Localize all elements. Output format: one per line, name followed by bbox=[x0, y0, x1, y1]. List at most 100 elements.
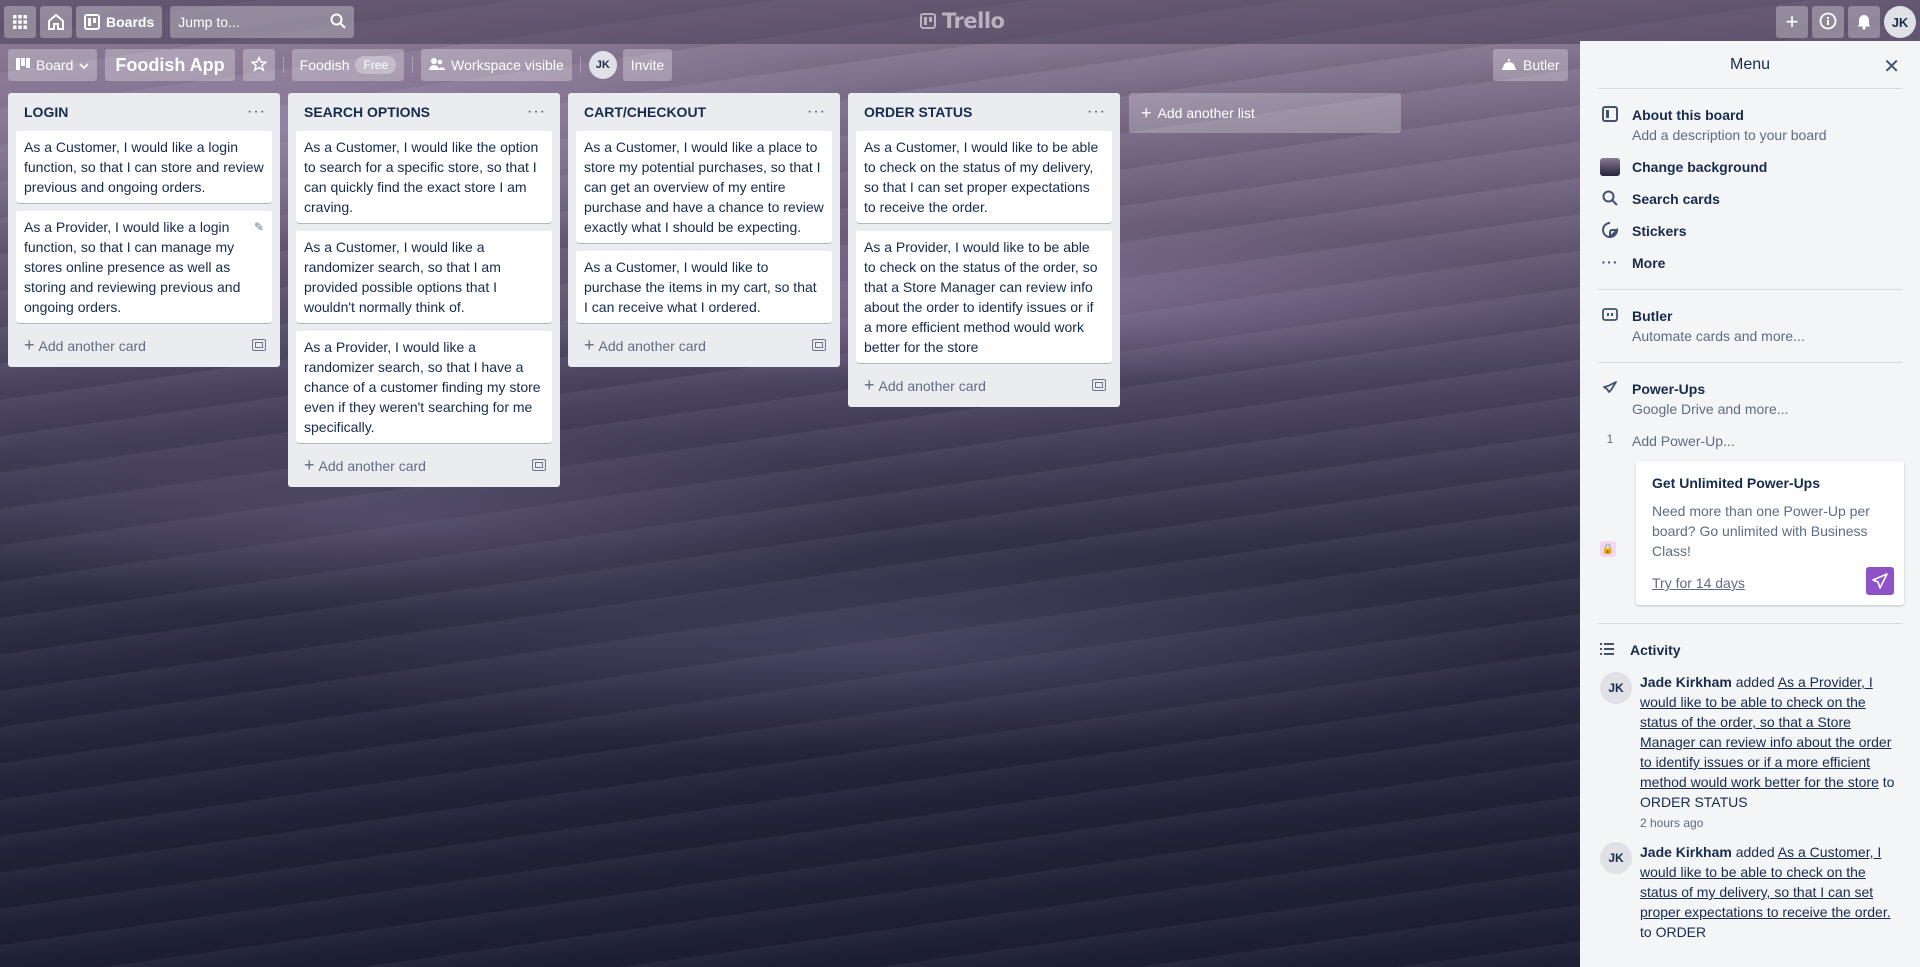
create-button[interactable]: + bbox=[1776, 6, 1808, 38]
trello-logo-text: Trello bbox=[942, 9, 1005, 33]
star-board-button[interactable] bbox=[242, 49, 275, 81]
background-swatch-icon bbox=[1600, 157, 1620, 176]
boards-button[interactable]: Boards bbox=[76, 6, 163, 38]
card[interactable]: As a Customer, I would like to purchase … bbox=[576, 251, 832, 323]
card-text: As a Customer, I would like to be able t… bbox=[864, 139, 1099, 215]
activity-suffix: to ORDER bbox=[1640, 924, 1707, 940]
list-title[interactable]: ORDER STATUS bbox=[864, 104, 972, 120]
card[interactable]: As a Provider, I would like a login func… bbox=[16, 211, 272, 323]
add-card-row: + Add another card bbox=[576, 331, 832, 359]
activity-entry: JK Jade Kirkham added As a Provider, I w… bbox=[1592, 666, 1908, 836]
close-icon[interactable]: ✕ bbox=[1883, 54, 1900, 79]
power-up-count: 1 bbox=[1606, 432, 1614, 446]
user-avatar[interactable]: JK bbox=[1884, 6, 1916, 38]
menu-item-stickers[interactable]: Stickers bbox=[1592, 215, 1908, 247]
menu-item-add-power-up[interactable]: 1 Add Power-Up... bbox=[1592, 425, 1908, 457]
list-header: ORDER STATUS ··· bbox=[856, 93, 1112, 131]
list-title[interactable]: SEARCH OPTIONS bbox=[304, 104, 430, 120]
add-card-button[interactable]: + Add another card bbox=[584, 335, 706, 356]
card-text: As a Customer, I would like a place to s… bbox=[584, 139, 824, 235]
card[interactable]: As a Customer, I would like a place to s… bbox=[576, 131, 832, 243]
plus-icon: + bbox=[864, 374, 875, 395]
board-member-avatar[interactable]: JK bbox=[588, 51, 617, 79]
card-template-icon[interactable] bbox=[252, 339, 266, 351]
add-list-button[interactable]: + Add another list bbox=[1129, 93, 1401, 133]
butler-button[interactable]: Butler bbox=[1493, 49, 1568, 81]
paper-plane-icon[interactable] bbox=[1866, 567, 1894, 595]
jump-to-input[interactable] bbox=[178, 14, 319, 30]
list-menu-icon[interactable]: ··· bbox=[247, 103, 266, 121]
menu-title: Menu bbox=[1729, 55, 1771, 73]
menu-item-butler[interactable]: Butler Automate cards and more... bbox=[1592, 300, 1908, 352]
add-card-button[interactable]: + Add another card bbox=[864, 375, 986, 396]
menu-item-search-cards[interactable]: Search cards bbox=[1592, 183, 1908, 215]
menu-item-about[interactable]: About this board Add a description to yo… bbox=[1592, 99, 1908, 151]
activity-user[interactable]: Jade Kirkham bbox=[1640, 674, 1732, 690]
list-search-options: SEARCH OPTIONS ··· As a Customer, I woul… bbox=[288, 93, 560, 487]
add-card-button[interactable]: + Add another card bbox=[24, 335, 146, 356]
search-icon[interactable] bbox=[330, 13, 346, 32]
add-card-row: + Add another card bbox=[856, 371, 1112, 399]
home-button[interactable] bbox=[40, 6, 72, 38]
card[interactable]: As a Customer, I would like the option t… bbox=[296, 131, 552, 223]
trello-logo[interactable]: Trello bbox=[920, 9, 1005, 33]
plus-icon: + bbox=[24, 334, 35, 355]
workspace-plan-badge: Free bbox=[355, 56, 397, 74]
menu-item-change-background[interactable]: Change background bbox=[1592, 151, 1908, 183]
card-text: As a Customer, I would like to purchase … bbox=[584, 259, 817, 315]
butler-label: Butler bbox=[1632, 308, 1673, 324]
card-template-icon[interactable] bbox=[532, 459, 546, 471]
visibility-button[interactable]: Workspace visible bbox=[421, 49, 572, 81]
bell-icon bbox=[1856, 12, 1872, 33]
list-menu-icon[interactable]: ··· bbox=[527, 103, 546, 121]
add-power-up-label: Add Power-Up... bbox=[1632, 433, 1735, 449]
workspace-button[interactable]: Foodish Free bbox=[291, 49, 405, 81]
pencil-icon[interactable]: ✎ bbox=[254, 217, 264, 237]
list-menu-icon[interactable]: ··· bbox=[807, 103, 826, 121]
list-title[interactable]: CART/CHECKOUT bbox=[584, 104, 706, 120]
info-button[interactable] bbox=[1812, 6, 1844, 38]
activity-avatar[interactable]: JK bbox=[1600, 842, 1632, 874]
board-title[interactable]: Foodish App bbox=[105, 49, 235, 81]
activity-list-icon bbox=[1600, 642, 1620, 658]
add-card-label: Add another card bbox=[878, 377, 986, 394]
card[interactable]: As a Customer, I would like a randomizer… bbox=[296, 231, 552, 323]
add-list-label: Add another list bbox=[1157, 105, 1255, 121]
add-card-button[interactable]: + Add another card bbox=[304, 455, 426, 476]
plus-icon: + bbox=[584, 334, 595, 355]
menu-item-more[interactable]: ··· More bbox=[1592, 247, 1908, 279]
lock-icon: 🔒 bbox=[1600, 541, 1616, 557]
card-text: As a Provider, I would like to be able t… bbox=[864, 239, 1098, 355]
card[interactable]: As a Provider, I would like to be able t… bbox=[856, 231, 1112, 363]
more-label: More bbox=[1632, 255, 1666, 271]
invite-button[interactable]: Invite bbox=[622, 49, 673, 81]
divider bbox=[1598, 362, 1902, 363]
trello-logo-icon bbox=[920, 13, 936, 29]
card[interactable]: As a Provider, I would like a randomizer… bbox=[296, 331, 552, 443]
card-template-icon[interactable] bbox=[1092, 379, 1106, 391]
board-view-switcher[interactable]: Board bbox=[8, 49, 98, 81]
card-text: As a Customer, I would like the option t… bbox=[304, 139, 539, 215]
activity-avatar[interactable]: JK bbox=[1600, 672, 1632, 704]
card-template-icon[interactable] bbox=[812, 339, 826, 351]
try-free-link[interactable]: Try for 14 days bbox=[1652, 575, 1745, 591]
list-header: LOGIN ··· bbox=[16, 93, 272, 131]
notifications-button[interactable] bbox=[1848, 6, 1880, 38]
activity-verb: added bbox=[1735, 844, 1775, 860]
top-header: Boards Trello + JK bbox=[0, 0, 1920, 44]
list-menu-icon[interactable]: ··· bbox=[1087, 103, 1106, 121]
card[interactable]: As a Customer, I would like a login func… bbox=[16, 131, 272, 203]
home-icon bbox=[47, 13, 65, 31]
grid-icon bbox=[12, 14, 28, 30]
change-background-label: Change background bbox=[1632, 159, 1768, 175]
apps-switcher-button[interactable] bbox=[4, 6, 36, 38]
activity-user[interactable]: Jade Kirkham bbox=[1640, 844, 1732, 860]
card[interactable]: As a Customer, I would like to be able t… bbox=[856, 131, 1112, 223]
more-icon: ··· bbox=[1601, 254, 1619, 270]
list-title[interactable]: LOGIN bbox=[24, 104, 68, 120]
activity-time[interactable]: 2 hours ago bbox=[1640, 816, 1900, 830]
jump-to-search[interactable] bbox=[170, 6, 355, 38]
activity-card-link[interactable]: As a Provider, I would like to be able t… bbox=[1640, 674, 1891, 790]
menu-item-power-ups[interactable]: Power-Ups Google Drive and more... bbox=[1592, 373, 1908, 425]
add-card-row: + Add another card bbox=[296, 451, 552, 479]
